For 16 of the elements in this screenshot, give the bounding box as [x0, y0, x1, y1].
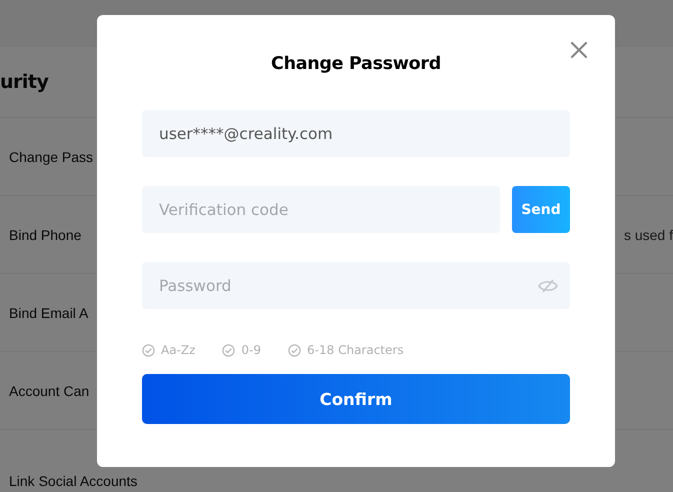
menu-item[interactable]: Bind Email A — [9, 304, 88, 320]
menu-item[interactable]: Bind Phone — [9, 226, 82, 242]
password-field[interactable]: Password — [142, 262, 570, 309]
menu-item[interactable]: Account Can — [9, 382, 90, 398]
password-rule: 0-9 — [241, 343, 262, 357]
menu-item[interactable]: Link Social Accounts — [9, 472, 138, 488]
description-text: s used f — [624, 226, 673, 242]
email-field[interactable]: user****@creality.com — [142, 110, 570, 157]
send-button[interactable]: Send — [512, 186, 570, 233]
password-rule: Aa-Zz — [161, 343, 196, 357]
verification-code-field[interactable]: Verification code — [142, 186, 500, 233]
password-rule: 6-18 Characters — [307, 343, 404, 357]
confirm-button[interactable]: Confirm — [142, 374, 570, 424]
menu-item[interactable]: Change Pass — [9, 148, 94, 164]
dialog-title: Change Password — [270, 53, 442, 76]
close-icon[interactable] — [570, 41, 588, 59]
